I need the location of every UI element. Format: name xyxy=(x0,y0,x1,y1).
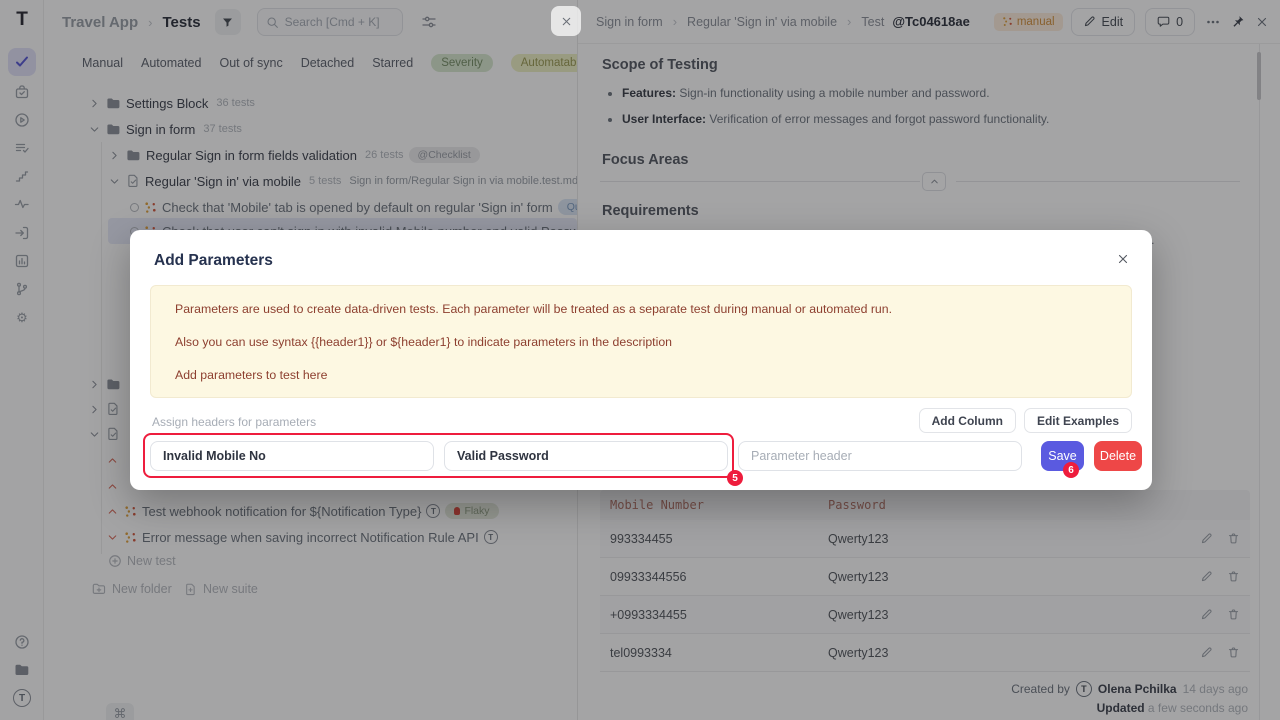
info-line: Add parameters to test here xyxy=(175,368,1107,382)
annotation-step-6: 6 xyxy=(1063,462,1079,478)
delete-button[interactable]: Delete xyxy=(1094,441,1142,471)
edit-examples-button[interactable]: Edit Examples xyxy=(1024,408,1132,433)
parameter-header-input-3[interactable] xyxy=(738,441,1022,471)
info-line: Parameters are used to create data-drive… xyxy=(175,302,1107,316)
add-column-button[interactable]: Add Column xyxy=(919,408,1016,433)
annotation-step-5: 5 xyxy=(727,470,743,486)
app-window: T ⚙ T Travel App › Tests Search [Cmd + K… xyxy=(0,0,1280,720)
parameter-header-input-2[interactable] xyxy=(444,441,728,471)
close-icon xyxy=(560,15,573,28)
info-line: Also you can use syntax {{header1}} or $… xyxy=(175,335,1107,349)
add-parameters-modal: Add Parameters Parameters are used to cr… xyxy=(130,230,1152,490)
modal-title: Add Parameters xyxy=(154,252,273,270)
parameter-header-row: Save Delete xyxy=(150,441,1142,471)
panel-close-button[interactable] xyxy=(551,6,581,36)
parameters-info-box: Parameters are used to create data-drive… xyxy=(150,285,1132,398)
modal-close-icon[interactable] xyxy=(1116,252,1130,266)
assign-headers-label: Assign headers for parameters xyxy=(152,415,316,429)
modal-toolbar: Add Column Edit Examples xyxy=(919,408,1132,433)
parameter-header-input-1[interactable] xyxy=(150,441,434,471)
